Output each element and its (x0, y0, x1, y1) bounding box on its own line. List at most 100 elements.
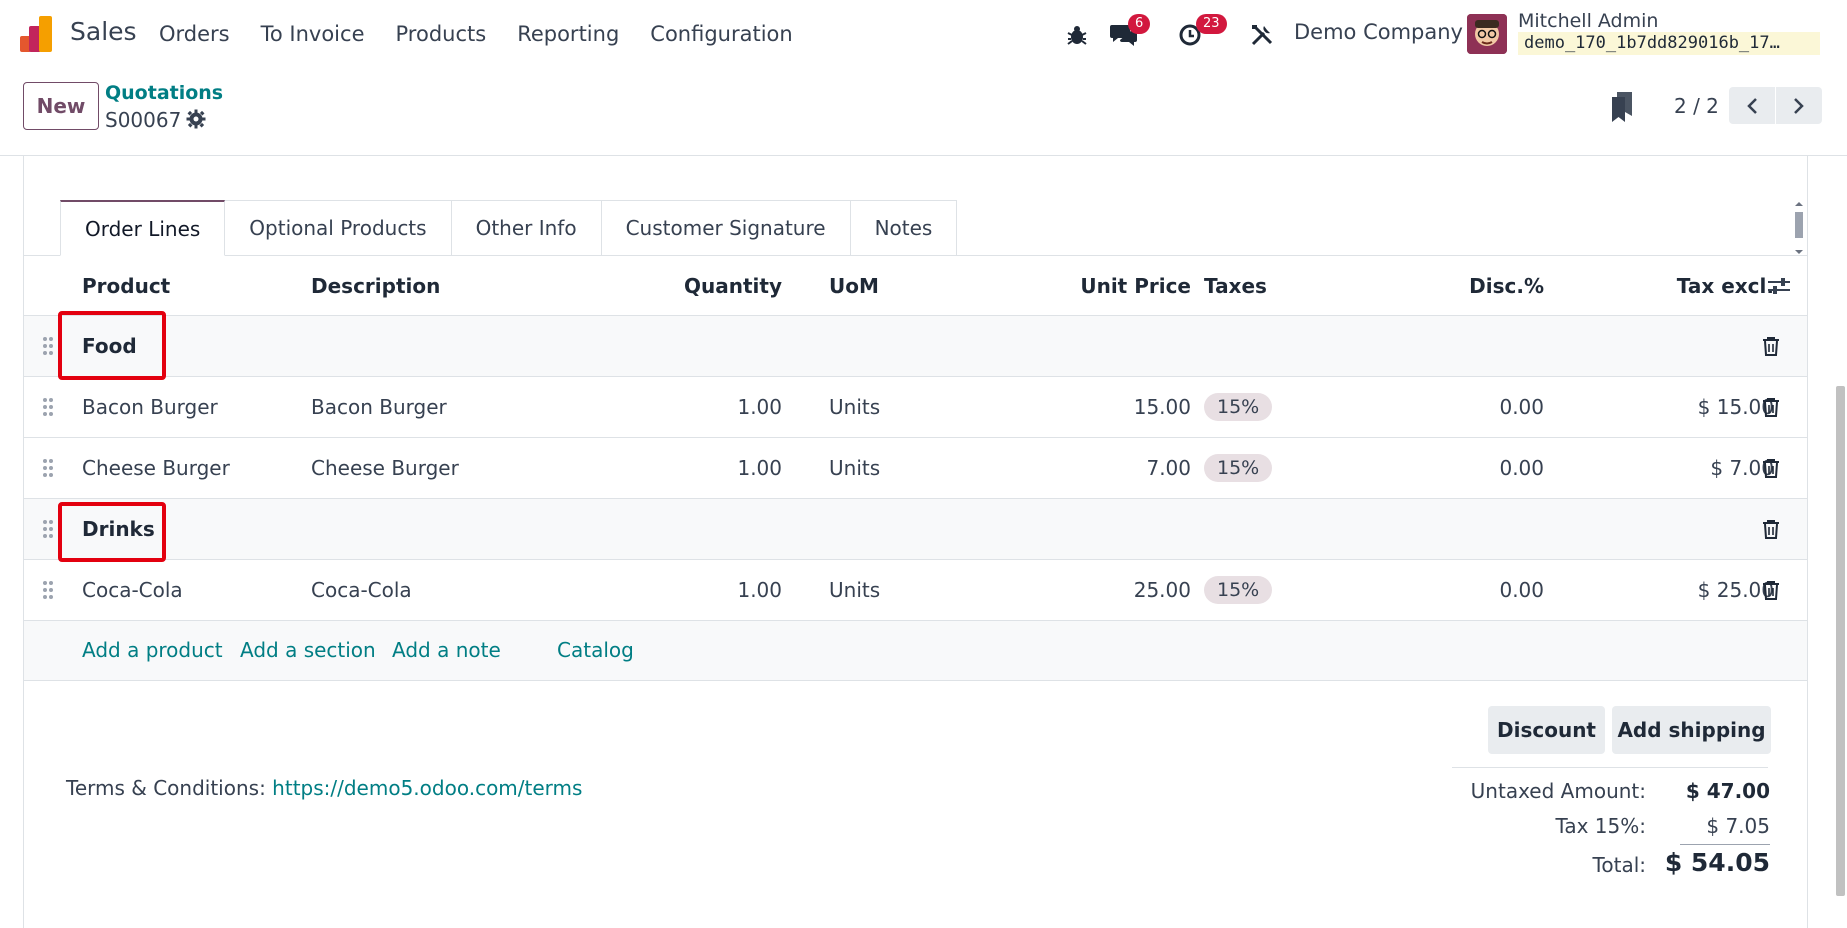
main-menu: Orders To Invoice Products Reporting Con… (159, 0, 824, 68)
total-separator (1680, 844, 1770, 845)
header-description[interactable]: Description (311, 256, 440, 315)
tab-notes[interactable]: Notes (850, 200, 958, 256)
pager-previous-button[interactable] (1729, 87, 1775, 124)
tax-tag[interactable]: 15% (1204, 393, 1273, 421)
tax-value: $ 7.05 (1706, 814, 1770, 838)
tax-tag[interactable]: 15% (1204, 454, 1273, 482)
header-quantity[interactable]: Quantity (614, 256, 782, 315)
menu-configuration[interactable]: Configuration (650, 22, 792, 46)
pager-next-button[interactable] (1776, 87, 1822, 124)
sales-app-icon[interactable] (20, 16, 58, 52)
debug-bug-icon[interactable] (1061, 20, 1093, 50)
tax-label: Tax 15%: (1555, 814, 1646, 838)
menu-products[interactable]: Products (396, 22, 487, 46)
line-description[interactable]: Cheese Burger (311, 438, 459, 498)
breadcrumb-quotations[interactable]: Quotations (105, 82, 223, 104)
activities-clock-icon[interactable]: 23 (1174, 14, 1227, 50)
tax-tag[interactable]: 15% (1204, 576, 1273, 604)
messages-icon[interactable]: 6 (1108, 14, 1151, 50)
trash-icon[interactable] (1762, 438, 1784, 498)
highlight-drinks (58, 502, 166, 562)
user-avatar[interactable] (1467, 14, 1507, 54)
line-discount[interactable]: 0.00 (1374, 438, 1544, 498)
total-value: $ 54.05 (1664, 848, 1770, 877)
tabs-scrollbar[interactable] (1792, 200, 1806, 256)
database-name: demo_170_1b7dd829016b_17… (1518, 32, 1820, 55)
page-scrollbar[interactable] (1834, 156, 1847, 928)
add-section-link[interactable]: Add a section (240, 638, 376, 662)
tab-customer-signature[interactable]: Customer Signature (601, 200, 851, 256)
add-shipping-button[interactable]: Add shipping (1612, 706, 1771, 754)
line-description[interactable]: Coca-Cola (311, 560, 412, 620)
section-row-food[interactable]: Food (24, 316, 1807, 377)
line-discount[interactable]: 0.00 (1374, 560, 1544, 620)
optional-columns-icon[interactable] (1768, 256, 1790, 315)
tools-icon[interactable] (1246, 20, 1278, 50)
line-uom[interactable]: Units (829, 560, 880, 620)
line-uom[interactable]: Units (829, 377, 880, 437)
tab-other-info[interactable]: Other Info (451, 200, 602, 256)
header-unit-price[interactable]: Unit Price (1024, 256, 1191, 315)
untaxed-label: Untaxed Amount: (1470, 779, 1646, 803)
menu-orders[interactable]: Orders (159, 22, 230, 46)
line-description[interactable]: Bacon Burger (311, 377, 447, 437)
line-discount[interactable]: 0.00 (1374, 377, 1544, 437)
trash-icon[interactable] (1762, 560, 1784, 620)
drag-handle-icon[interactable] (42, 377, 56, 437)
add-note-link[interactable]: Add a note (392, 638, 501, 662)
line-subtotal: $ 7.00 (1710, 456, 1774, 480)
table-row[interactable]: Coca-Cola Coca-Cola 1.00 Units 25.00 15%… (24, 560, 1807, 621)
menu-reporting[interactable]: Reporting (517, 22, 619, 46)
line-unit-price[interactable]: 15.00 (1024, 377, 1191, 437)
trash-icon[interactable] (1762, 316, 1784, 376)
control-panel: New Quotations S00067 2 / 2 (0, 68, 1847, 156)
table-header: Product Description Quantity UoM Unit Pr… (24, 256, 1807, 316)
tab-optional-products[interactable]: Optional Products (225, 200, 452, 256)
add-product-link[interactable]: Add a product (82, 638, 223, 662)
drag-handle-icon[interactable] (42, 499, 56, 559)
drag-handle-icon[interactable] (42, 316, 56, 376)
line-unit-price[interactable]: 25.00 (1024, 560, 1191, 620)
activities-badge: 23 (1196, 14, 1227, 34)
new-button[interactable]: New (23, 82, 99, 130)
line-quantity[interactable]: 1.00 (614, 560, 782, 620)
app-name[interactable]: Sales (70, 17, 137, 46)
line-unit-price[interactable]: 7.00 (1024, 438, 1191, 498)
drag-handle-icon[interactable] (42, 438, 56, 498)
header-discount[interactable]: Disc.% (1374, 256, 1544, 315)
header-tax-excl[interactable]: Tax excl. (1624, 256, 1774, 315)
line-product[interactable]: Bacon Burger (82, 377, 218, 437)
header-product[interactable]: Product (82, 256, 170, 315)
pager-value[interactable]: 2 / 2 (1674, 94, 1719, 118)
header-taxes[interactable]: Taxes (1204, 256, 1267, 315)
total-label: Total: (1592, 853, 1646, 877)
tab-order-lines[interactable]: Order Lines (60, 200, 226, 256)
line-subtotal: $ 15.00 (1697, 395, 1774, 419)
line-quantity[interactable]: 1.00 (614, 438, 782, 498)
untaxed-value: $ 47.00 (1685, 779, 1770, 803)
bookmark-icon[interactable] (1610, 92, 1634, 122)
top-navbar: Sales Orders To Invoice Products Reporti… (0, 0, 1847, 68)
line-uom[interactable]: Units (829, 438, 880, 498)
form-tabs: Order Lines Optional Products Other Info… (60, 200, 958, 256)
line-product[interactable]: Coca-Cola (82, 560, 183, 620)
line-quantity[interactable]: 1.00 (614, 377, 782, 437)
add-line-row: Add a product Add a section Add a note C… (24, 621, 1807, 681)
menu-to-invoice[interactable]: To Invoice (261, 22, 365, 46)
discount-button[interactable]: Discount (1488, 706, 1605, 754)
chevron-right-icon (1794, 97, 1804, 114)
terms-link[interactable]: https://demo5.odoo.com/terms (272, 776, 582, 800)
table-row[interactable]: Cheese Burger Cheese Burger 1.00 Units 7… (24, 438, 1807, 499)
catalog-link[interactable]: Catalog (557, 638, 634, 662)
section-row-drinks[interactable]: Drinks (24, 499, 1807, 560)
header-uom[interactable]: UoM (829, 256, 879, 315)
user-name[interactable]: Mitchell Admin (1518, 10, 1658, 32)
gear-icon[interactable] (186, 109, 206, 129)
line-product[interactable]: Cheese Burger (82, 438, 230, 498)
trash-icon[interactable] (1762, 499, 1784, 559)
table-row[interactable]: Bacon Burger Bacon Burger 1.00 Units 15.… (24, 377, 1807, 438)
company-switcher[interactable]: Demo Company (1294, 20, 1463, 44)
page-scrollbar-thumb[interactable] (1836, 386, 1845, 896)
drag-handle-icon[interactable] (42, 560, 56, 620)
trash-icon[interactable] (1762, 377, 1784, 437)
